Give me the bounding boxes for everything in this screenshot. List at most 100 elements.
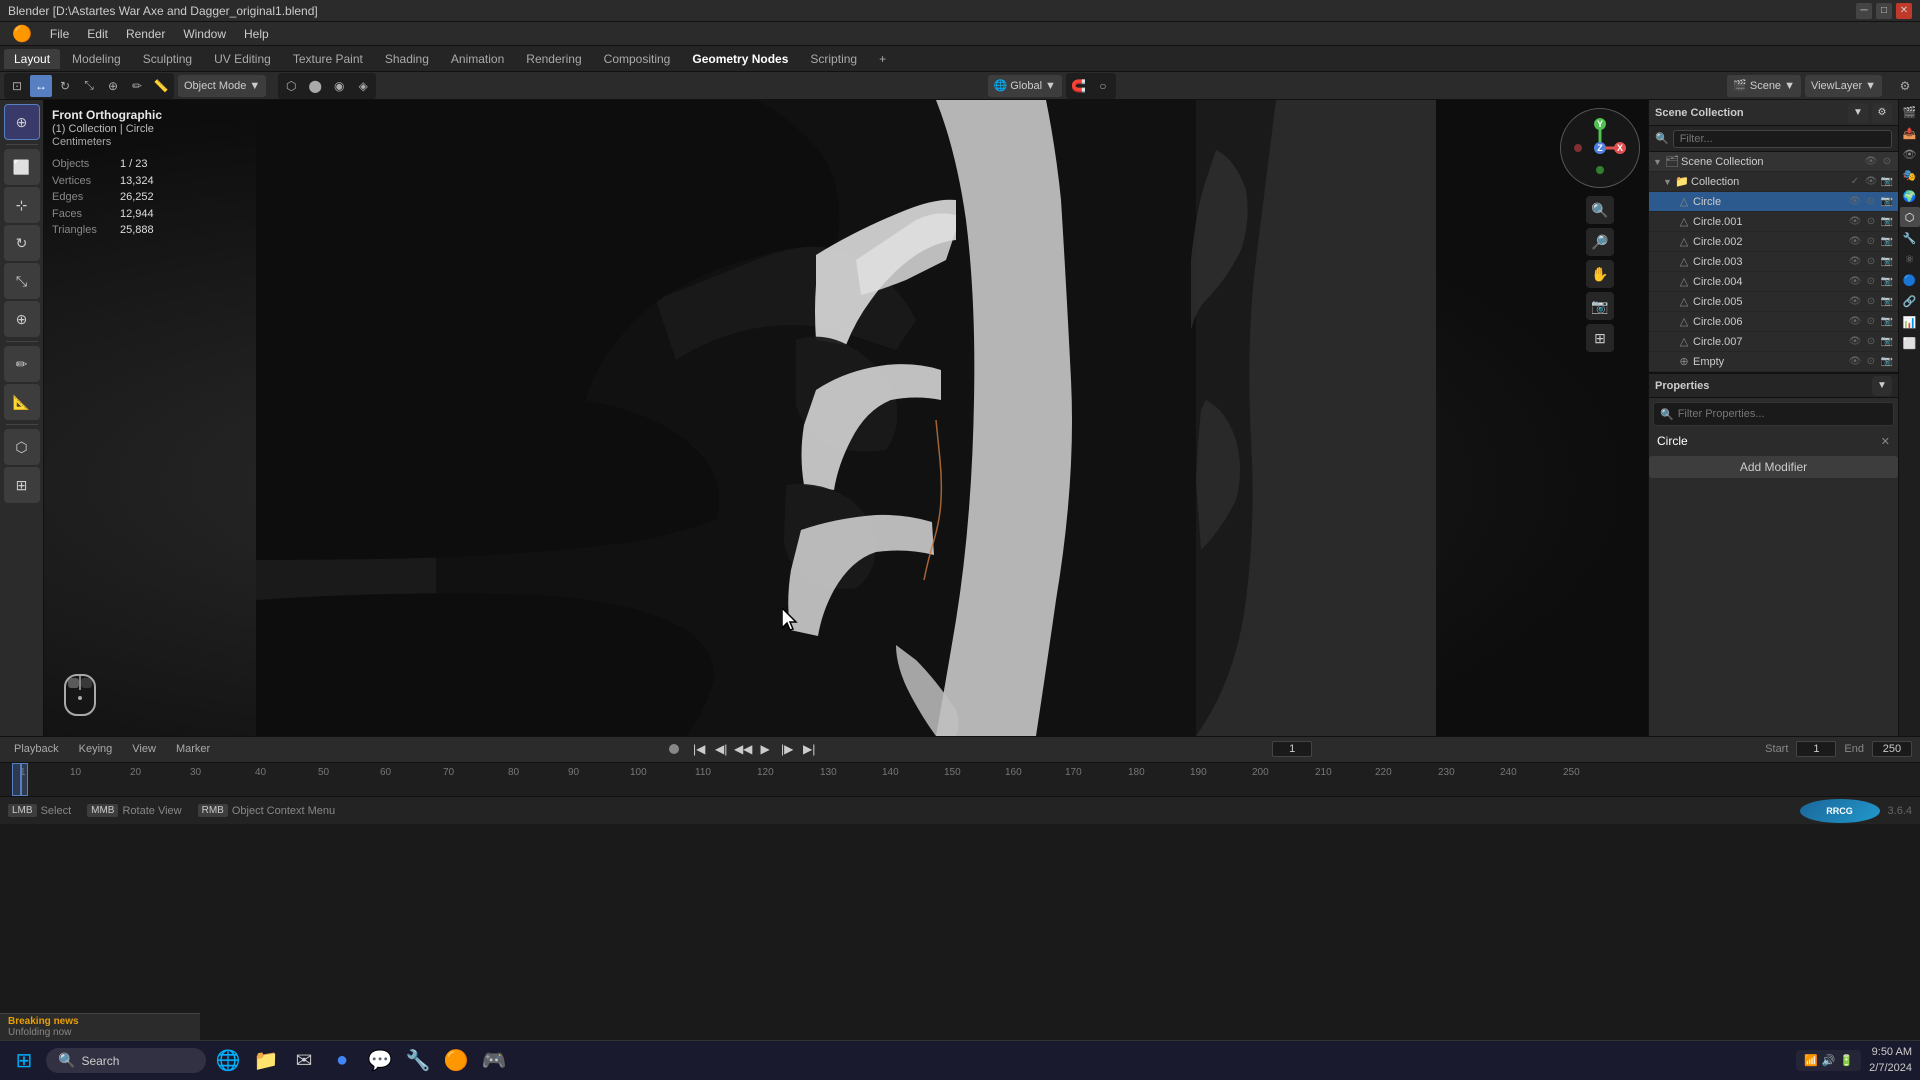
snap-icon[interactable]: 🧲 [1068,75,1090,97]
props-tab-particles[interactable]: ⚛ [1900,249,1920,269]
tab-compositing[interactable]: Compositing [594,49,681,69]
translate-icon[interactable]: ↔ [30,75,52,97]
taskbar-chrome-icon[interactable]: ● [326,1045,358,1077]
menu-edit[interactable]: Edit [79,25,116,43]
proportional-icon[interactable]: ○ [1092,75,1114,97]
visibility-icon[interactable]: 👁 [1864,156,1878,167]
props-tab-render[interactable]: 🎬 [1900,102,1920,122]
taskbar-steam-icon[interactable]: 🎮 [478,1045,510,1077]
outliner-item-collection[interactable]: ▼ 📁 Collection ✓ 👁 📷 [1649,172,1898,192]
props-tab-constraints[interactable]: 🔗 [1900,291,1920,311]
row-render-icon[interactable]: 📷 [1880,196,1894,207]
outliner-item-circle006[interactable]: △ Circle.006 👁 ⊙ 📷 [1649,312,1898,332]
menu-render[interactable]: Render [118,25,173,43]
jump-to-end-button[interactable]: ▶| [799,739,819,759]
props-tab-material[interactable]: ⬜ [1900,333,1920,353]
vis-icon[interactable]: ✓ [1848,176,1862,187]
menu-window[interactable]: Window [175,25,234,43]
navigation-gizmo[interactable]: X Y Z [1560,108,1640,188]
global-dropdown[interactable]: 🌐 Global ▼ [988,75,1062,97]
keying-menu[interactable]: Keying [73,741,119,757]
transform-tool[interactable]: ⊕ [4,301,40,337]
menu-file[interactable]: File [42,25,77,43]
outliner-item-circle007[interactable]: △ Circle.007 👁 ⊙ 📷 [1649,332,1898,352]
menu-blender[interactable]: 🟠 [4,22,40,46]
props-tab-physics[interactable]: 🔵 [1900,270,1920,290]
outliner-item-circle004[interactable]: △ Circle.004 👁 ⊙ 📷 [1649,272,1898,292]
add-cube-tool[interactable]: ⬡ [4,429,40,465]
outliner-item-circle002[interactable]: △ Circle.002 👁 ⊙ 📷 [1649,232,1898,252]
taskbar-mail-icon[interactable]: ✉ [288,1045,320,1077]
jump-to-start-button[interactable]: |◀ [689,739,709,759]
minimize-button[interactable]: ─ [1856,3,1872,19]
view-menu[interactable]: View [126,741,162,757]
taskbar-explorer-icon[interactable]: 📁 [250,1045,282,1077]
measure-tool[interactable]: 📐 [4,384,40,420]
end-frame-input[interactable] [1872,741,1912,757]
outliner-options-icon[interactable]: ⚙ [1872,103,1892,123]
annotate-tool[interactable]: ✏ [4,346,40,382]
transform-icon[interactable]: ⊕ [102,75,124,97]
cursor-tool[interactable]: ⊕ [4,104,40,140]
outliner-item-circle003[interactable]: △ Circle.003 👁 ⊙ 📷 [1649,252,1898,272]
props-tab-output[interactable]: 📤 [1900,123,1920,143]
zoom-out-button[interactable]: 🔎 [1586,228,1614,256]
props-tab-scene[interactable]: 🎭 [1900,165,1920,185]
props-tab-view[interactable]: 👁 [1900,144,1920,164]
step-back-button[interactable]: ◀| [711,739,731,759]
wireframe-icon[interactable]: ⬡ [280,75,302,97]
timeline-ruler[interactable]: 1 10 20 30 40 50 60 70 80 90 100 110 120… [0,763,1920,796]
camera-button[interactable]: 📷 [1586,292,1614,320]
select-mode-icon[interactable]: ⊡ [6,75,28,97]
viewport[interactable]: Front Orthographic (1) Collection | Circ… [44,100,1648,736]
windows-start-button[interactable]: ⊞ [8,1045,40,1077]
current-frame-input[interactable]: 1 [1272,741,1312,757]
row-sel-icon[interactable]: ⊙ [1864,196,1878,207]
solid-icon[interactable]: ⬤ [304,75,326,97]
props-tab-world[interactable]: 🌍 [1900,186,1920,206]
grid-tool[interactable]: ⊞ [4,467,40,503]
properties-search-input[interactable] [1678,408,1887,420]
taskbar-search-button[interactable]: 🔍 Search [46,1048,206,1073]
playback-menu[interactable]: Playback [8,741,65,757]
scale-icon[interactable]: ⤡ [78,75,100,97]
camera-vis-icon[interactable]: 📷 [1880,176,1894,187]
marker-menu[interactable]: Marker [170,741,216,757]
outliner-item-circle005[interactable]: △ Circle.005 👁 ⊙ 📷 [1649,292,1898,312]
eye-icon[interactable]: 👁 [1864,176,1878,187]
taskbar-whatsapp-icon[interactable]: 💬 [364,1045,396,1077]
rendered-icon[interactable]: ◈ [352,75,374,97]
material-icon[interactable]: ◉ [328,75,350,97]
outliner-item-empty[interactable]: ⊕ Empty 👁 ⊙ 📷 [1649,352,1898,372]
add-modifier-button[interactable]: Add Modifier [1649,456,1898,478]
tab-rendering[interactable]: Rendering [516,49,591,69]
taskbar-blender-icon[interactable]: 🟠 [440,1045,472,1077]
window-controls[interactable]: ─ □ ✕ [1856,3,1912,19]
annotate-icon[interactable]: ✏ [126,75,148,97]
zoom-in-button[interactable]: 🔍 [1586,196,1614,224]
scale-tool[interactable]: ⤡ [4,263,40,299]
viewlayer-dropdown[interactable]: ViewLayer ▼ [1805,75,1882,97]
tab-animation[interactable]: Animation [441,49,514,69]
object-mode-dropdown[interactable]: Object Mode ▼ [178,75,266,97]
outliner-item-circle[interactable]: △ Circle 👁 ⊙ 📷 [1649,192,1898,212]
options-icon[interactable]: ⚙ [1894,75,1916,97]
taskbar-misc-icon[interactable]: 🔧 [402,1045,434,1077]
move-tool[interactable]: ⊹ [4,187,40,223]
menu-help[interactable]: Help [236,25,277,43]
grid-button[interactable]: ⊞ [1586,324,1614,352]
play-reverse-button[interactable]: ◀◀ [733,739,753,759]
measure-icon[interactable]: 📏 [150,75,172,97]
props-filter-icon[interactable]: ▼ [1872,376,1892,396]
rotate-icon[interactable]: ↻ [54,75,76,97]
row-vis-icon[interactable]: 👁 [1848,196,1862,207]
tab-scripting[interactable]: Scripting [800,49,867,69]
step-forward-button[interactable]: |▶ [777,739,797,759]
rotate-tool[interactable]: ↻ [4,225,40,261]
taskbar-edge-icon[interactable]: 🌐 [212,1045,244,1077]
scene-dropdown[interactable]: 🎬 Scene ▼ [1727,75,1801,97]
props-tab-object[interactable]: ⬡ [1900,207,1920,227]
start-frame-input[interactable] [1796,741,1836,757]
outliner-filter-icon[interactable]: ▼ [1848,103,1868,123]
select-box-tool[interactable]: ⬜ [4,149,40,185]
